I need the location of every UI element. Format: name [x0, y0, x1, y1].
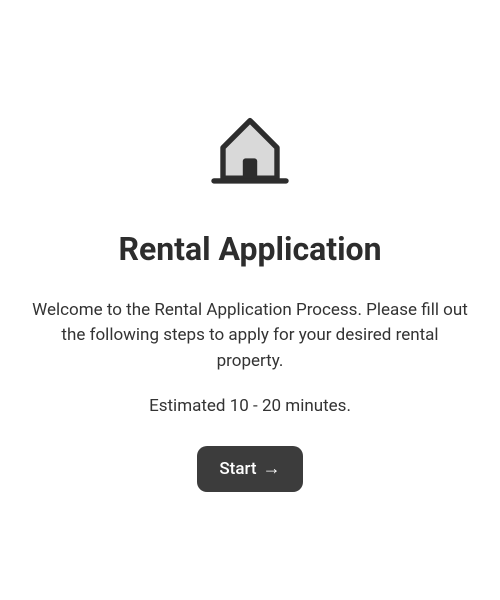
house-icon	[205, 108, 295, 202]
page-title: Rental Application	[118, 230, 381, 268]
welcome-description: Welcome to the Rental Application Proces…	[30, 298, 470, 375]
arrow-right-icon: →	[263, 460, 281, 478]
start-button[interactable]: Start →	[197, 446, 302, 492]
time-estimate: Estimated 10 - 20 minutes.	[149, 396, 351, 416]
start-button-label: Start	[219, 459, 256, 479]
